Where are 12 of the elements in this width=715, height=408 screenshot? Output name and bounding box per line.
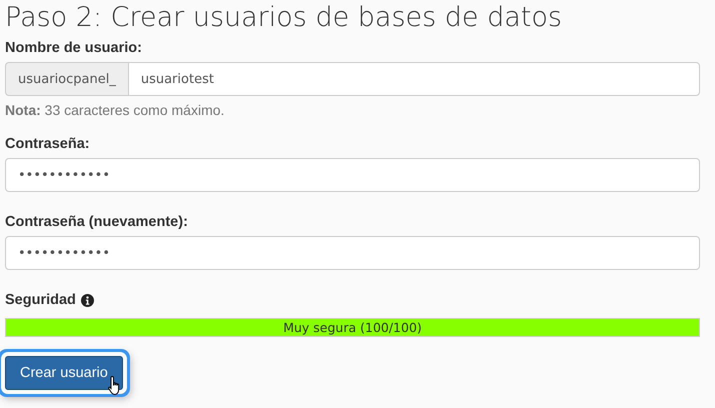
strength-label: Seguridad xyxy=(5,292,76,308)
strength-reading: Muy segura (100/100) xyxy=(282,319,423,336)
info-icon[interactable] xyxy=(80,294,94,306)
password-field[interactable]: •••••••••••• xyxy=(5,236,700,270)
prefix-addon: usuariocpanel_ xyxy=(5,62,128,96)
field-label: Contraseña (nuevamente): xyxy=(5,214,189,230)
password-field[interactable]: •••••••••••• xyxy=(5,158,700,192)
username-field[interactable]: usuariotest xyxy=(128,62,700,96)
field-label: Nombre de usuario: xyxy=(5,40,143,56)
page-title: Paso 2: Crear usuarios de bases de datos xyxy=(5,1,563,35)
note-text: Nota: 33 caracteres como máximo. xyxy=(5,102,226,118)
field-label: Contraseña: xyxy=(5,136,91,152)
